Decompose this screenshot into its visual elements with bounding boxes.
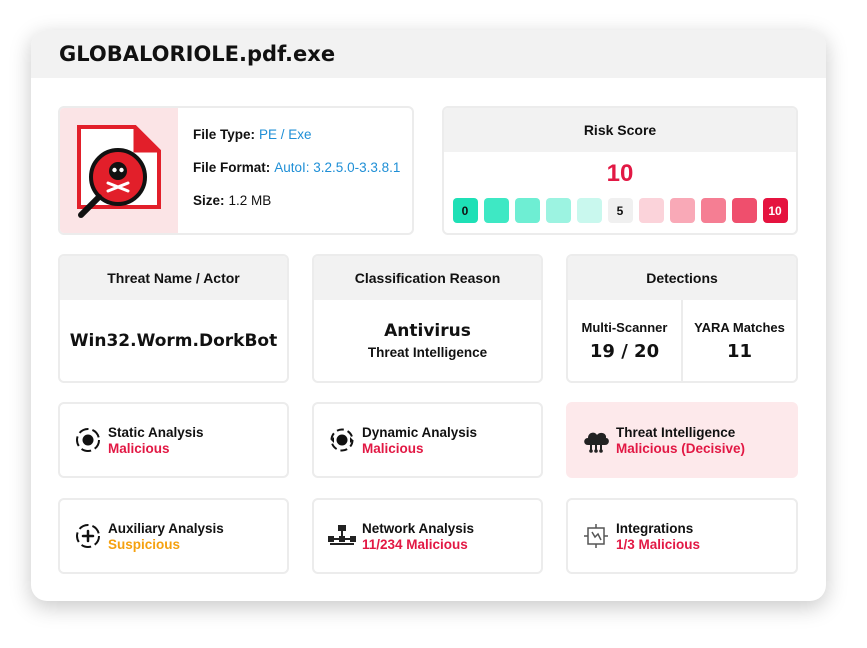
yara-matches-value: 11 — [726, 340, 753, 362]
malware-file-magnifier-icon — [77, 124, 161, 218]
classification-panel: Classification Reason Antivirus Threat I… — [312, 254, 543, 383]
file-thumbnail — [60, 108, 178, 233]
detections-panel: Detections Multi-Scanner 19 / 20 YARA Ma… — [566, 254, 798, 383]
threat-intelligence-icon — [582, 426, 610, 454]
dynamic-analysis-status: Malicious — [362, 440, 424, 456]
classification-main: Antivirus — [384, 321, 471, 341]
file-meta: File Type: PE / Exe File Format: AutoI: … — [178, 108, 400, 233]
threat-name-title: Threat Name / Actor — [60, 256, 287, 300]
risk-scale-cell: 0 — [452, 198, 478, 223]
risk-score-title: Risk Score — [444, 108, 796, 152]
network-analysis-tile[interactable]: Network Analysis 11/234 Malicious — [312, 498, 543, 574]
integrations-title: Integrations — [616, 520, 694, 536]
risk-scale-cell — [731, 198, 757, 223]
multi-scanner-value: 19 / 20 — [589, 340, 660, 362]
auxiliary-analysis-tile[interactable]: Auxiliary Analysis Suspicious — [58, 498, 289, 574]
risk-scale-cell: 5 — [607, 198, 633, 223]
integrations-tile[interactable]: Integrations 1/3 Malicious — [566, 498, 798, 574]
classification-title: Classification Reason — [314, 256, 541, 300]
static-analysis-icon — [74, 426, 102, 454]
risk-scale-cell — [669, 198, 695, 223]
auxiliary-analysis-status: Suspicious — [108, 536, 181, 552]
yara-matches-stat[interactable]: YARA Matches 11 — [681, 300, 796, 381]
network-analysis-title: Network Analysis — [362, 520, 475, 536]
file-type-label: File Type: — [193, 127, 256, 142]
file-type-row: File Type: PE / Exe — [193, 127, 400, 160]
risk-scale-cell — [638, 198, 664, 223]
risk-scale-cell — [514, 198, 540, 223]
threat-intelligence-title: Threat Intelligence — [616, 424, 736, 440]
risk-scale: 0 5 10 — [444, 198, 796, 223]
file-format-row: File Format: AutoI: 3.2.5.0-3.3.8.1 — [193, 160, 400, 193]
file-format-label: File Format: — [193, 160, 271, 175]
network-analysis-icon — [328, 522, 356, 550]
file-size-value: 1.2 MB — [228, 193, 272, 208]
yara-matches-label: YARA Matches — [694, 319, 785, 335]
dynamic-analysis-title: Dynamic Analysis — [362, 424, 478, 440]
multi-scanner-stat[interactable]: Multi-Scanner 19 / 20 — [568, 300, 681, 381]
file-report-card: GLOBALORIOLE.pdf.exe File Type: PE / Exe… — [31, 30, 826, 601]
auxiliary-analysis-title: Auxiliary Analysis — [108, 520, 224, 536]
multi-scanner-label: Multi-Scanner — [581, 319, 668, 335]
threat-name-panel: Threat Name / Actor Win32.Worm.DorkBot — [58, 254, 289, 383]
classification-sub: Threat Intelligence — [367, 345, 488, 360]
network-analysis-status: 11/234 Malicious — [362, 536, 468, 552]
threat-intelligence-status: Malicious (Decisive) — [616, 440, 746, 456]
file-size-row: Size: 1.2 MB — [193, 193, 400, 226]
file-info-panel: File Type: PE / Exe File Format: AutoI: … — [58, 106, 414, 235]
dynamic-analysis-tile[interactable]: Dynamic Analysis Malicious — [312, 402, 543, 478]
dynamic-analysis-icon — [328, 426, 356, 454]
auxiliary-analysis-icon — [74, 522, 102, 550]
file-name-title: GLOBALORIOLE.pdf.exe — [59, 42, 336, 66]
detections-title: Detections — [568, 256, 796, 300]
risk-score-panel: Risk Score 10 0 5 10 — [442, 106, 798, 235]
file-format-link[interactable]: AutoI: 3.2.5.0-3.3.8.1 — [274, 160, 400, 175]
threat-intelligence-tile[interactable]: Threat Intelligence Malicious (Decisive) — [566, 402, 798, 478]
static-analysis-tile[interactable]: Static Analysis Malicious — [58, 402, 289, 478]
risk-scale-cell — [483, 198, 509, 223]
static-analysis-title: Static Analysis — [108, 424, 204, 440]
file-type-link[interactable]: PE / Exe — [259, 127, 312, 142]
integrations-status: 1/3 Malicious — [616, 536, 701, 552]
risk-scale-cell — [700, 198, 726, 223]
risk-scale-cell: 10 — [762, 198, 788, 223]
file-size-label: Size: — [193, 193, 225, 208]
integrations-icon — [582, 522, 610, 550]
risk-score-value: 10 — [606, 160, 634, 187]
card-header: GLOBALORIOLE.pdf.exe — [31, 30, 826, 78]
risk-scale-cell — [576, 198, 602, 223]
risk-scale-cell — [545, 198, 571, 223]
threat-name-value: Win32.Worm.DorkBot — [69, 330, 278, 351]
static-analysis-status: Malicious — [108, 440, 170, 456]
